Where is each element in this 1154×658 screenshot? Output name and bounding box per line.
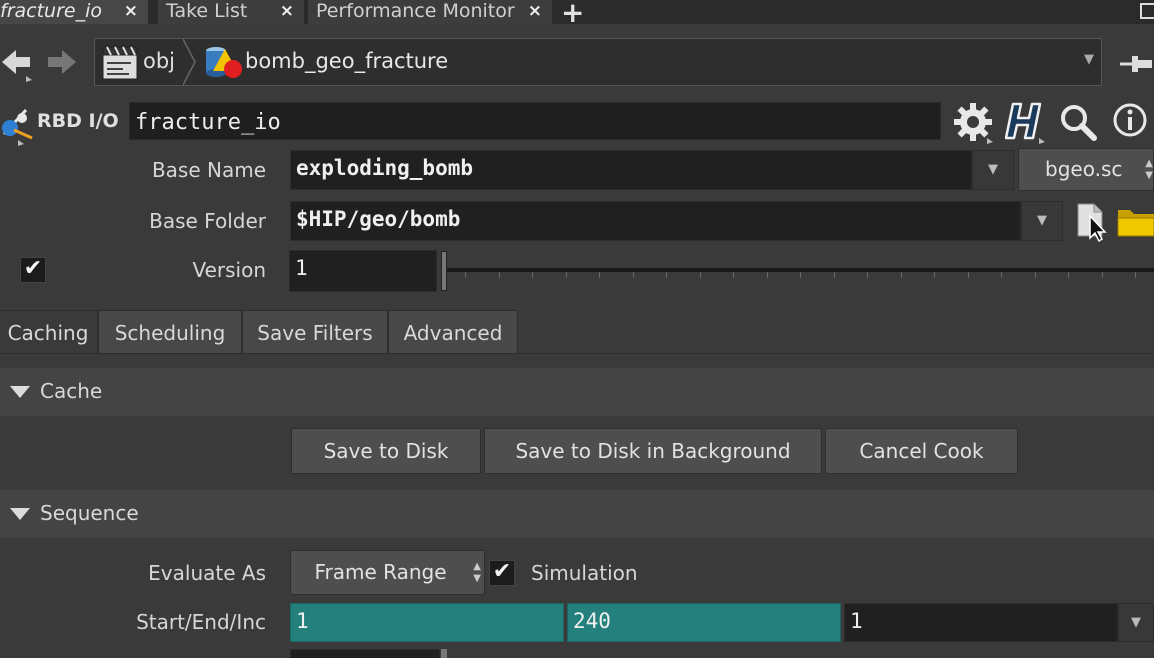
tab-fracture-io[interactable]: fracture_io × (0, 0, 148, 24)
close-icon[interactable]: × (528, 0, 542, 22)
save-to-disk-background-button[interactable]: Save to Disk in Background (484, 428, 822, 474)
folder-icon[interactable] (1116, 204, 1154, 242)
section-title: Cache (40, 379, 103, 403)
file-chooser-icon[interactable] (1074, 202, 1110, 246)
slider-tick (465, 272, 466, 278)
slider-tick (532, 272, 533, 278)
start-end-inc-menu-icon[interactable]: ▼ (1118, 603, 1154, 642)
tab-performance-monitor[interactable]: Performance Monitor × (308, 0, 552, 24)
tab-scheduling[interactable]: Scheduling (98, 310, 242, 354)
slider-tick (566, 272, 567, 278)
slider-tick (834, 272, 835, 278)
tab-label: fracture_io (0, 0, 102, 22)
version-slider-handle[interactable] (441, 251, 447, 291)
evaluate-as-value: Frame Range (314, 560, 447, 584)
pin-icon[interactable] (1118, 50, 1154, 82)
collapse-triangle-icon[interactable] (10, 508, 30, 520)
evaluate-as-label: Evaluate As (148, 561, 266, 585)
slider-tick (800, 272, 801, 278)
base-name-menu-icon[interactable]: ▼ (972, 150, 1014, 190)
slider-tick (934, 272, 935, 278)
tab-label: Take List (166, 0, 248, 22)
slider-tick (700, 272, 701, 278)
slider-tick (1035, 272, 1036, 278)
slider-tick (1068, 272, 1069, 278)
base-name-label: Base Name (151, 158, 266, 182)
obj-network-icon[interactable] (101, 43, 141, 85)
simulation-label: Simulation (531, 561, 638, 585)
path-dropdown-icon[interactable]: ▼ (1084, 52, 1094, 67)
tab-caching[interactable]: Caching (0, 310, 98, 354)
next-slider-handle[interactable] (441, 649, 447, 658)
slider-tick (1001, 272, 1002, 278)
collapse-triangle-icon[interactable] (10, 386, 30, 398)
sequence-section-header[interactable]: Sequence (0, 490, 1154, 538)
save-to-disk-button[interactable]: Save to Disk (291, 428, 481, 474)
path-separator-icon (183, 39, 196, 85)
slider-tick (633, 272, 634, 278)
geo-node-icon[interactable] (203, 43, 245, 85)
slider-tick (901, 272, 902, 278)
base-folder-label: Base Folder (149, 209, 266, 233)
format-dropdown[interactable]: bgeo.sc ▲ ▼ (1018, 148, 1154, 191)
evaluate-as-dropdown[interactable]: Frame Range ▲ ▼ (290, 550, 485, 595)
path-bar: obj bomb_geo_fracture ▼ (94, 38, 1102, 86)
slider-tick (733, 272, 734, 278)
format-label: bgeo.sc (1045, 157, 1123, 181)
search-icon[interactable] (1058, 102, 1098, 146)
version-label: Version (192, 258, 266, 282)
pane-tab-bar: fracture_io × Take List × Performance Mo… (0, 0, 1154, 29)
base-folder-menu-icon[interactable]: ▼ (1021, 201, 1063, 241)
maximize-pane-icon[interactable] (1140, 3, 1154, 19)
slider-tick (968, 272, 969, 278)
path-root-label[interactable]: obj (143, 49, 175, 73)
slider-tick (666, 272, 667, 278)
node-name-field[interactable]: fracture_io (129, 102, 941, 140)
slider-tick (499, 272, 500, 278)
forward-arrow-icon[interactable] (44, 46, 78, 82)
gear-icon[interactable] (953, 100, 997, 148)
increment-field[interactable]: 1 (844, 603, 1118, 642)
slider-tick (767, 272, 768, 278)
slider-tick (867, 272, 868, 278)
slider-tick (1102, 272, 1103, 278)
houdini-help-icon[interactable] (1004, 100, 1049, 148)
add-tab-button[interactable]: + (561, 0, 584, 29)
node-type-label: RBD I/O (37, 110, 119, 132)
tab-label: Performance Monitor (316, 0, 515, 22)
cancel-cook-button[interactable]: Cancel Cook (825, 428, 1018, 474)
path-node-label[interactable]: bomb_geo_fracture (245, 49, 448, 73)
simulation-checkbox[interactable]: ✔ (489, 560, 515, 586)
close-icon[interactable]: × (124, 0, 138, 22)
tab-take-list[interactable]: Take List × (158, 0, 304, 24)
close-icon[interactable]: × (280, 0, 294, 22)
base-name-field[interactable]: exploding_bomb (290, 150, 972, 190)
back-arrow-icon[interactable] (0, 42, 34, 86)
cache-section-header[interactable]: Cache (0, 368, 1154, 416)
next-parameter-field[interactable] (290, 649, 440, 658)
version-field[interactable]: 1 (289, 250, 437, 292)
start-end-inc-label: Start/End/Inc (136, 610, 266, 634)
base-folder-field[interactable]: $HIP/geo/bomb (290, 201, 1021, 241)
end-frame-field[interactable]: 240 (567, 603, 841, 642)
slider-tick (599, 272, 600, 278)
folder-tab-divider (0, 353, 1154, 354)
slider-tick (1135, 272, 1136, 278)
tab-save-filters[interactable]: Save Filters (242, 310, 388, 354)
info-icon[interactable] (1112, 102, 1150, 144)
rbd-io-node-icon[interactable] (0, 104, 36, 150)
spinner-arrows-icon: ▲ ▼ (1145, 158, 1153, 181)
section-title: Sequence (40, 501, 139, 525)
spinner-arrows-icon: ▲ ▼ (473, 561, 481, 584)
tab-advanced[interactable]: Advanced (388, 310, 518, 354)
start-frame-field[interactable]: 1 (290, 603, 564, 642)
